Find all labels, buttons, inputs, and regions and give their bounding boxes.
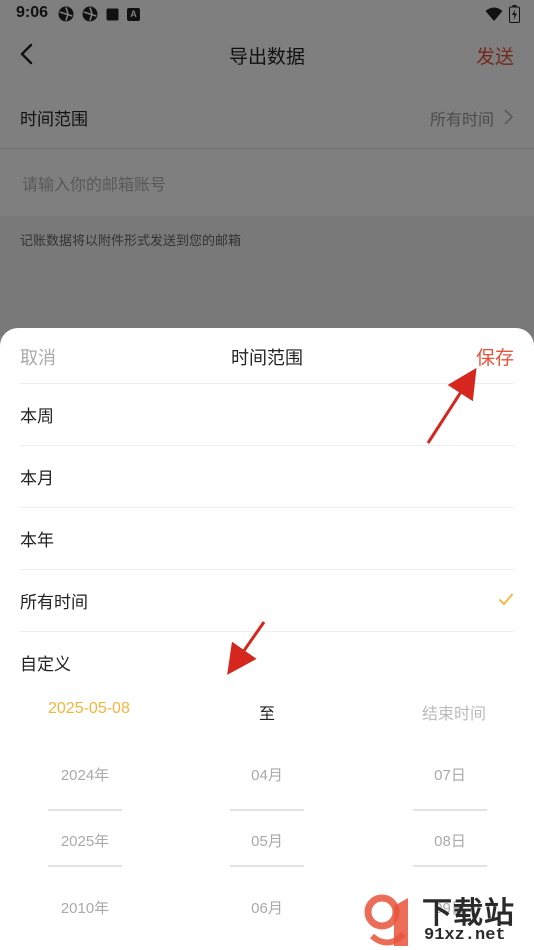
wheel-divider	[48, 865, 122, 867]
time-range-sheet: 取消 时间范围 保存 本周 本月 本年 所有时间 自定义 2025-05-08 …	[0, 328, 534, 950]
sheet-title: 时间范围	[231, 348, 303, 369]
wheel-item: 2010年	[60, 900, 110, 917]
wheel-item: 06月	[251, 900, 283, 917]
option-all-time[interactable]: 所有时间	[20, 569, 514, 631]
wheel-item-selected: 05月	[251, 833, 283, 850]
wheel-item: 04月	[251, 767, 283, 784]
wheel-divider	[413, 809, 487, 811]
save-button[interactable]: 保存	[476, 343, 514, 370]
watermark-logo-icon	[364, 894, 408, 946]
option-this-month[interactable]: 本月	[20, 445, 514, 507]
month-wheel[interactable]: 04月 05月 06月	[230, 738, 304, 950]
wheel-item-selected: 2025年	[60, 833, 110, 850]
wheel-divider	[230, 865, 304, 867]
wheel-divider	[48, 809, 122, 811]
option-label: 所有时间	[20, 593, 88, 613]
year-wheel[interactable]: 2024年 2025年 2010年	[48, 738, 122, 950]
cancel-button[interactable]: 取消	[20, 344, 56, 370]
end-date-placeholder[interactable]: 结束时间	[422, 700, 486, 724]
watermark: 下载站 91xz.net	[364, 886, 534, 950]
option-this-year[interactable]: 本年	[20, 507, 514, 569]
checkmark-icon	[498, 593, 514, 606]
custom-date-range: 2025-05-08 至 结束时间	[0, 690, 534, 730]
option-label: 自定义	[20, 655, 71, 675]
wheel-divider	[230, 809, 304, 811]
option-this-week[interactable]: 本周	[20, 383, 514, 445]
sheet-header: 取消 时间范围 保存	[0, 328, 534, 383]
wheel-divider	[413, 865, 487, 867]
option-custom[interactable]: 自定义	[20, 631, 514, 693]
watermark-url: 91xz.net	[424, 926, 506, 945]
wheel-item: 2024年	[60, 767, 110, 784]
option-label: 本月	[20, 469, 54, 489]
range-options: 本周 本月 本年 所有时间 自定义	[0, 383, 534, 693]
option-label: 本年	[20, 531, 54, 551]
wheel-item-selected: 08日	[434, 833, 466, 850]
option-label: 本周	[20, 407, 54, 427]
wheel-item: 07日	[434, 767, 466, 784]
